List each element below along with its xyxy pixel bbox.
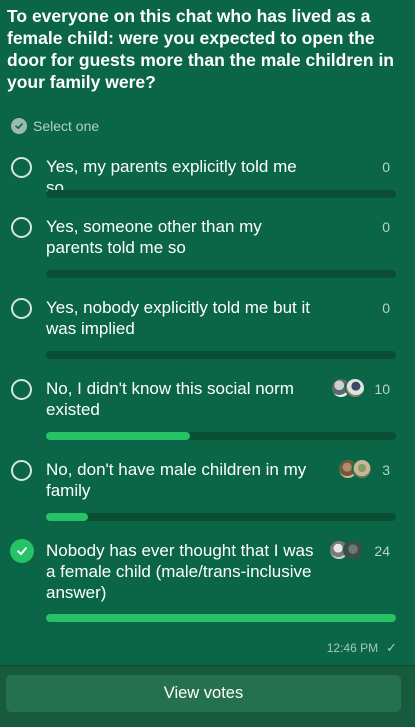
vote-progress-fill	[46, 432, 190, 440]
vote-progress-bar	[46, 190, 396, 198]
avatar	[345, 378, 365, 398]
radio-button[interactable]	[11, 379, 32, 400]
vote-progress-bar	[46, 614, 396, 622]
check-icon: ✓	[386, 640, 397, 655]
vote-count: 10	[374, 381, 390, 397]
option-label: Yes, someone other than my parents told …	[46, 217, 262, 257]
poll-message-bubble: To everyone on this chat who has lived a…	[0, 0, 415, 665]
vote-progress-fill	[46, 513, 88, 521]
vote-count: 0	[382, 159, 390, 175]
vote-count: 3	[382, 462, 390, 478]
check-circle-icon	[11, 118, 27, 134]
view-votes-button[interactable]: View votes	[6, 675, 401, 712]
radio-button-checked[interactable]	[10, 539, 34, 563]
avatar	[343, 540, 363, 560]
radio-button[interactable]	[11, 157, 32, 178]
vote-progress-fill	[46, 614, 396, 622]
voter-avatars[interactable]	[329, 540, 363, 560]
option-label: Yes, nobody explicitly told me but it wa…	[46, 298, 310, 338]
radio-button[interactable]	[11, 460, 32, 481]
vote-count: 0	[382, 300, 390, 316]
avatar	[352, 459, 372, 479]
voter-avatars[interactable]	[338, 459, 372, 479]
voter-avatars[interactable]	[331, 378, 365, 398]
vote-progress-bar	[46, 270, 396, 278]
message-time: 12:46 PM	[326, 641, 379, 655]
vote-progress-bar	[46, 351, 396, 359]
select-one-hint: Select one	[11, 117, 99, 135]
checkmark-icon	[17, 547, 27, 555]
option-label: Nobody has ever thought that I was a fem…	[46, 541, 314, 602]
option-label: No, don't have male children in my famil…	[46, 460, 307, 500]
divider	[0, 665, 415, 666]
message-meta: 12:46 PM ✓	[327, 640, 397, 656]
radio-button[interactable]	[11, 298, 32, 319]
poll-question: To everyone on this chat who has lived a…	[7, 6, 394, 92]
vote-progress-bar	[46, 432, 396, 440]
vote-count: 0	[382, 219, 390, 235]
vote-count: 24	[374, 543, 390, 559]
vote-progress-bar	[46, 513, 396, 521]
select-one-label: Select one	[33, 118, 100, 134]
option-label: No, I didn't know this social norm exist…	[46, 379, 294, 419]
radio-button[interactable]	[11, 217, 32, 238]
